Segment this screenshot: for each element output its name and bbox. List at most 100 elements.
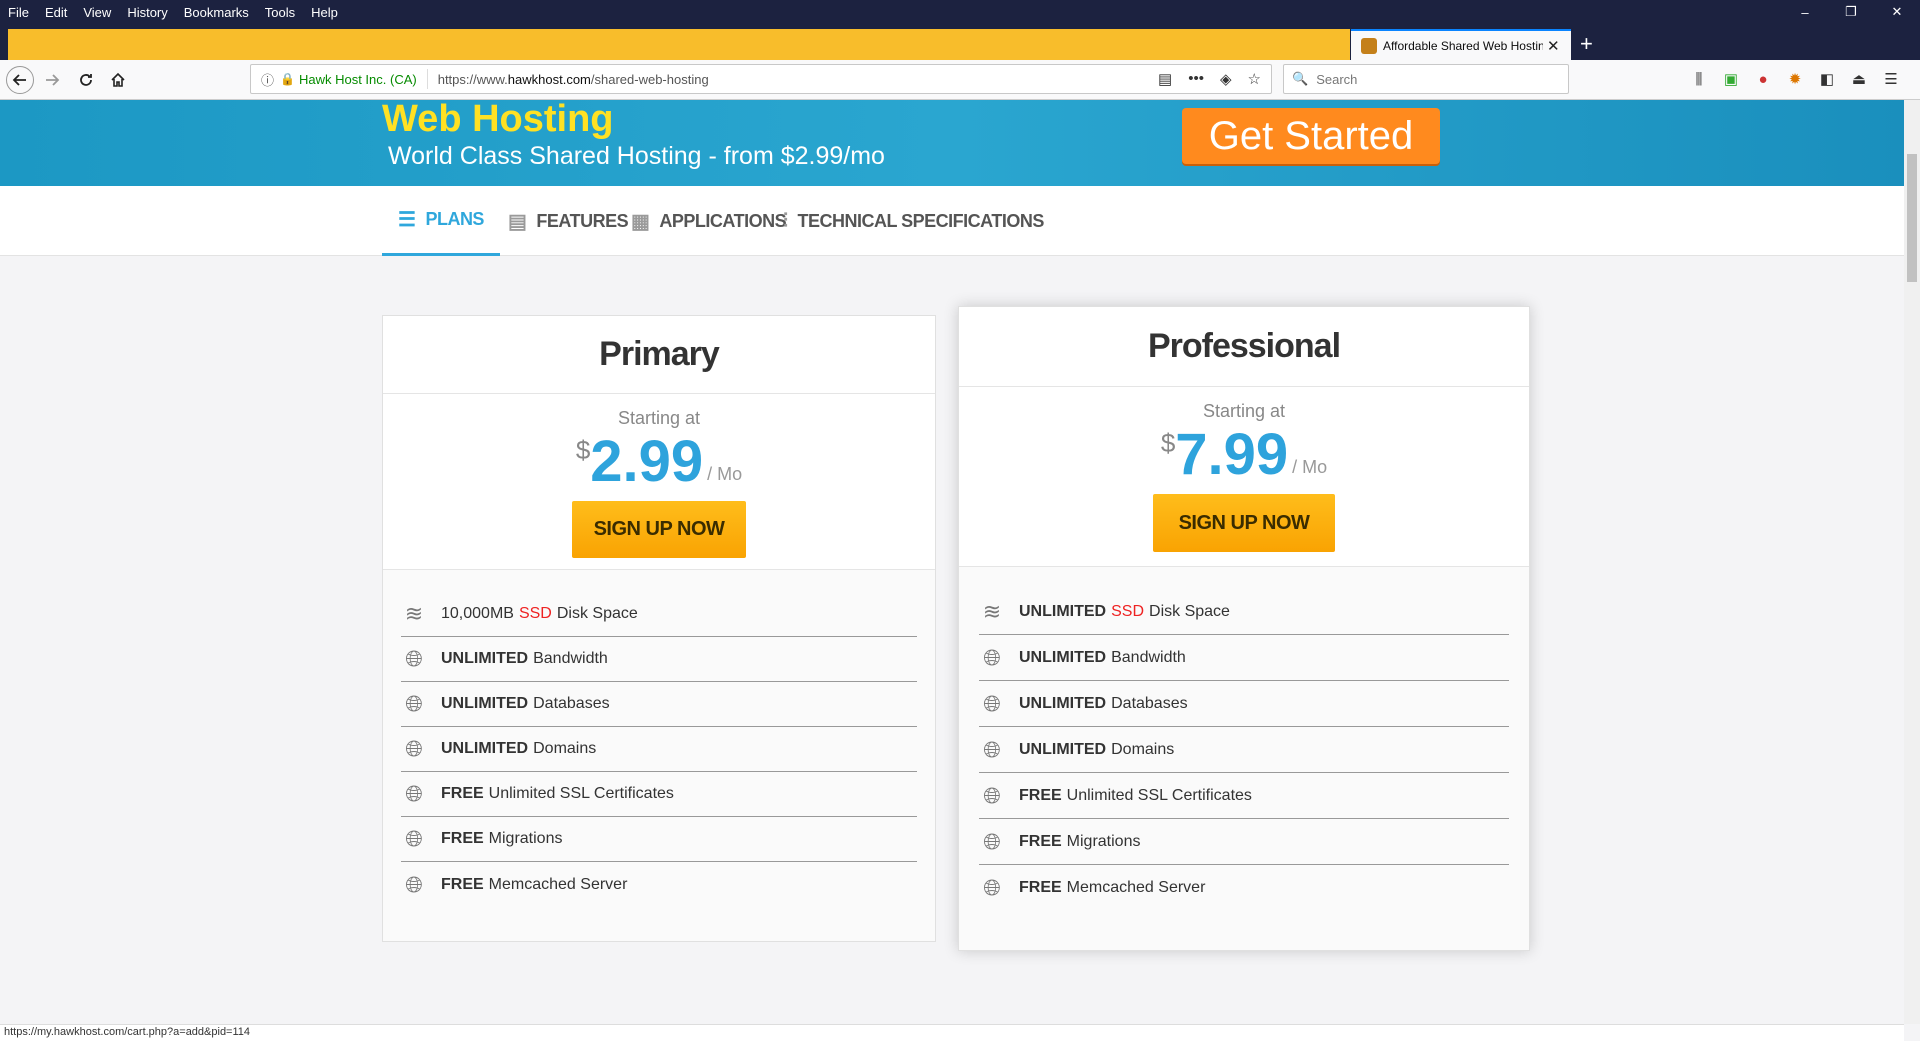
url-domain: hawkhost.com: [507, 71, 591, 87]
home-button[interactable]: [104, 66, 132, 94]
feature-bold: UNLIMITED: [441, 695, 529, 712]
feature-list: ≋ UNLIMITED SSD Disk Space 🌐︎ UNLIMITED Ban…: [959, 566, 1529, 950]
search-bar[interactable]: 🔍 Search: [1283, 64, 1569, 94]
feature-text: Databases: [1111, 694, 1188, 712]
title-bar: File Edit View History Bookmarks Tools H…: [0, 0, 1920, 29]
feature-list: ≋ 10,000MB SSD Disk Space 🌐︎ UNLIMITED Band…: [383, 569, 935, 941]
feature-bold: FREE: [441, 785, 484, 802]
plan-price-block: Starting at $ 7.99 / Mo SIGN UP NOW: [959, 401, 1529, 552]
feature-text: Domains: [1111, 740, 1175, 758]
account-icon[interactable]: ⏏: [1850, 70, 1868, 88]
tab-technical-specifications[interactable]: ⫶ TECHNICAL SPECIFICATIONS: [783, 186, 1044, 256]
search-input[interactable]: Search: [1316, 72, 1357, 87]
library-icon[interactable]: ⫼: [1690, 70, 1708, 88]
page-scrollbar[interactable]: [1904, 100, 1920, 1024]
page-content: Web Hosting World Class Shared Hosting -…: [0, 100, 1904, 1024]
sign-up-button[interactable]: SIGN UP NOW: [1153, 494, 1335, 552]
hero-banner: Web Hosting World Class Shared Hosting -…: [0, 100, 1904, 186]
feature-bold: UNLIMITED: [1019, 602, 1107, 620]
site-identity[interactable]: Hawk Host Inc. (CA): [299, 72, 417, 87]
forward-button[interactable]: [38, 66, 66, 94]
menu-edit[interactable]: Edit: [45, 5, 67, 20]
menu-bar: File Edit View History Bookmarks Tools H…: [8, 0, 338, 24]
url-bar[interactable]: ⓘ 🔒 Hawk Host Inc. (CA) https://www.hawk…: [250, 64, 1272, 94]
reload-icon: [80, 74, 92, 86]
tab-technical-specifications-label: TECHNICAL SPECIFICATIONS: [797, 210, 1045, 231]
feature-domains: 🌐︎ UNLIMITED Domains: [979, 727, 1509, 773]
layers-icon: ≋: [982, 598, 1002, 624]
hero-title: Web Hosting: [382, 100, 614, 140]
feature-text: Domains: [533, 740, 597, 757]
minimize-button[interactable]: –: [1782, 0, 1828, 24]
tab-features[interactable]: ▤ FEATURES: [508, 186, 629, 256]
url-separator: [426, 69, 428, 89]
new-tab-button[interactable]: +: [1580, 31, 1593, 57]
feature-text: Disk Space: [1149, 602, 1230, 620]
get-started-button[interactable]: Get Started: [1182, 108, 1440, 164]
arrow-right-icon: [46, 74, 60, 86]
arrow-left-icon: [12, 74, 26, 86]
feature-amount: 10,000MB: [441, 605, 514, 622]
feature-memcached: 🌐︎ FREE Memcached Server: [979, 865, 1509, 911]
feature-text: Migrations: [488, 830, 563, 847]
pocket-icon[interactable]: ◈: [1220, 70, 1232, 88]
menu-view[interactable]: View: [83, 5, 111, 20]
feature-bold: UNLIMITED: [1019, 694, 1107, 712]
feature-databases: 🌐︎ UNLIMITED Databases: [401, 682, 917, 727]
feature-bold: FREE: [1019, 879, 1062, 896]
globe-icon: 🌐︎: [983, 828, 1001, 854]
feature-bold: UNLIMITED: [1019, 740, 1107, 758]
plan-price-block: Starting at $ 2.99 / Mo SIGN UP NOW: [383, 408, 935, 558]
hamburger-menu-icon[interactable]: ☰: [1882, 70, 1900, 88]
list-icon: ☰: [398, 209, 416, 231]
tab-active[interactable]: Affordable Shared Web Hosting ✕: [1351, 29, 1571, 60]
reader-view-icon[interactable]: ▤: [1158, 70, 1172, 88]
feature-bandwidth: 🌐︎ UNLIMITED Bandwidth: [979, 635, 1509, 681]
navigation-toolbar: ⓘ 🔒 Hawk Host Inc. (CA) https://www.hawk…: [0, 60, 1920, 100]
tab-applications[interactable]: ▦ APPLICATIONS: [631, 186, 787, 256]
menu-file[interactable]: File: [8, 5, 29, 20]
feature-bold: UNLIMITED: [441, 740, 529, 757]
url-text[interactable]: https://www.hawkhost.com/shared-web-host…: [438, 72, 1158, 87]
price-amount: 7.99: [1175, 422, 1289, 487]
sidebar-icon[interactable]: ◧: [1818, 70, 1836, 88]
tab-features-label: FEATURES: [536, 210, 629, 231]
menu-help[interactable]: Help: [311, 5, 338, 20]
price-period: / Mo: [1292, 457, 1328, 477]
extension-green-icon[interactable]: ▣: [1722, 70, 1740, 88]
tab-close-icon[interactable]: ✕: [1547, 37, 1560, 55]
page-actions-icon[interactable]: •••: [1188, 70, 1204, 88]
globe-icon: 🌐︎: [983, 690, 1001, 716]
feature-ssl: 🌐︎ FREE Unlimited SSL Certificates: [979, 773, 1509, 819]
menu-bookmarks[interactable]: Bookmarks: [184, 5, 249, 20]
feature-text: Unlimited SSL Certificates: [488, 785, 674, 802]
tab-strip-background: [8, 29, 1350, 60]
restore-button[interactable]: ❐: [1828, 0, 1874, 24]
back-button[interactable]: [6, 66, 34, 94]
sliders-icon: ⫶: [783, 209, 788, 232]
feature-text: Memcached Server: [488, 875, 628, 893]
extension-gear-icon[interactable]: ✹: [1786, 70, 1804, 88]
close-window-button[interactable]: ✕: [1874, 0, 1920, 24]
feature-ssl: 🌐︎ FREE Unlimited SSL Certificates: [401, 772, 917, 817]
extension-circle-icon[interactable]: ●: [1754, 70, 1772, 88]
feature-text: Bandwidth: [1111, 648, 1186, 666]
window-controls: – ❐ ✕: [1782, 0, 1920, 24]
globe-icon: 🌐︎: [405, 871, 423, 897]
currency-symbol: $: [1160, 428, 1176, 458]
plan-name: Professional: [959, 307, 1529, 387]
bookmark-star-icon[interactable]: ☆: [1248, 70, 1261, 88]
ssd-label: SSD: [1111, 602, 1145, 620]
sign-up-button[interactable]: SIGN UP NOW: [572, 501, 746, 558]
layers-icon: ≋: [404, 601, 424, 626]
starting-at-label: Starting at: [617, 408, 701, 428]
price-row: $ 2.99 / Mo: [383, 433, 935, 491]
plan-card-primary: Primary Starting at $ 2.99 / Mo SIGN UP …: [382, 315, 936, 942]
menu-tools[interactable]: Tools: [265, 5, 295, 20]
reload-button[interactable]: [72, 66, 100, 94]
menu-history[interactable]: History: [127, 5, 167, 20]
hawkhost-favicon-icon: [1361, 37, 1377, 54]
scrollbar-thumb[interactable]: [1907, 154, 1917, 282]
info-icon[interactable]: ⓘ: [261, 70, 274, 89]
tab-plans[interactable]: ☰ PLANS: [382, 186, 500, 256]
